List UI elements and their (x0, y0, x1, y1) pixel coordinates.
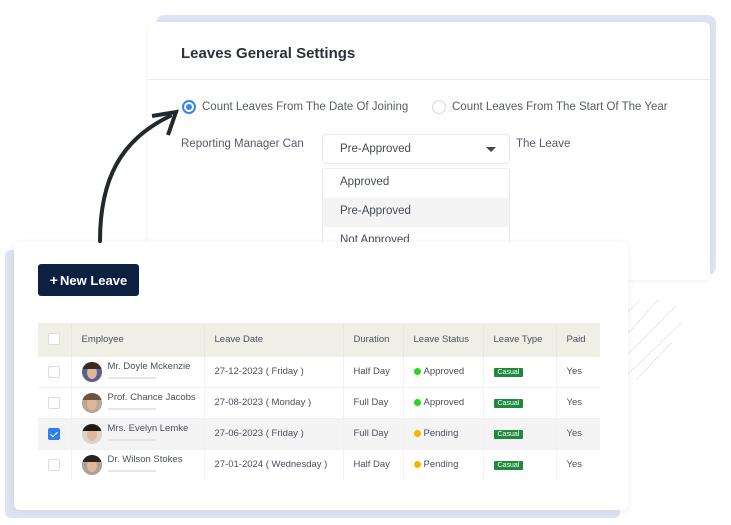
paid-cell: Yes (556, 448, 600, 480)
leave-status-cell: Pending (403, 417, 484, 449)
status-label: Pending (423, 428, 459, 439)
column-header-paid[interactable]: Paid (556, 323, 600, 356)
employee-cell: Mr. Doyle Mckenzie (71, 355, 205, 387)
status-label: Pending (423, 459, 459, 471)
column-header-employee[interactable]: Employee (71, 323, 205, 356)
leave-date-cell: 27-08-2023 ( Monday ) (204, 386, 344, 418)
paid-cell: Yes (556, 386, 600, 418)
leaves-list-card: + New Leave Employee Leave Date Duration… (14, 242, 628, 510)
leave-type-badge: Casual (493, 399, 524, 408)
status-dot-icon (413, 368, 421, 375)
approval-dropdown-menu: Approved Pre-Approved Not Approved (322, 168, 510, 248)
leaves-table: Employee Leave Date Duration Leave Statu… (38, 323, 600, 480)
leave-type-cell: Casual (483, 355, 557, 387)
leave-date-cell: 27-06-2023 ( Friday ) (204, 417, 344, 449)
column-header-leave-date[interactable]: Leave Date (204, 323, 344, 356)
status-dot-icon (413, 461, 421, 469)
employee-cell: Dr. Wilson Stokes (71, 448, 205, 480)
paid-cell: Yes (556, 355, 600, 387)
duration-cell: Half Day (343, 448, 404, 480)
leave-type-cell: Casual (483, 386, 557, 418)
dropdown-option-approved[interactable]: Approved (323, 169, 509, 198)
select-all-checkbox[interactable] (48, 333, 60, 346)
leave-date-cell: 27-12-2023 ( Friday ) (204, 355, 344, 387)
avatar (81, 423, 102, 444)
approval-select[interactable]: Pre-Approved (322, 134, 510, 164)
leave-type-badge: Casual (493, 430, 524, 439)
table-row[interactable]: Dr. Wilson Stokes 27-01-2024 ( Wednesday… (38, 448, 600, 480)
row-checkbox-cell (38, 448, 72, 480)
plus-icon: + (49, 272, 58, 288)
table-row[interactable]: Mrs. Evelyn Lemke 27-06-2023 ( Friday ) … (38, 417, 600, 449)
employee-cell: Mrs. Evelyn Lemke (71, 417, 205, 449)
leave-status-cell: Approved (403, 355, 484, 387)
table-header-row: Employee Leave Date Duration Leave Statu… (38, 323, 600, 356)
avatar (81, 361, 102, 382)
leave-type-badge: Casual (493, 461, 524, 471)
duration-cell: Half Day (343, 355, 404, 387)
employee-name: Dr. Wilson Stokes (107, 453, 183, 465)
table-row[interactable]: Prof. Chance Jacobs 27-08-2023 ( Monday … (38, 386, 600, 418)
radio-label: Count Leaves From The Date Of Joining (202, 101, 409, 113)
settings-title: Leaves General Settings (181, 45, 356, 62)
duration-cell: Full Day (343, 417, 404, 449)
row-checkbox[interactable] (48, 427, 60, 440)
status-dot-icon (413, 430, 421, 437)
select-value: Pre-Approved (340, 143, 411, 155)
radio-count-from-year-start[interactable]: Count Leaves From The Start Of The Year (432, 100, 668, 114)
leave-status-cell: Approved (403, 386, 484, 418)
status-dot-icon (413, 399, 421, 406)
row-checkbox-cell (38, 386, 72, 418)
divider (148, 79, 710, 80)
radio-label: Count Leaves From The Start Of The Year (452, 101, 668, 113)
employee-subtitle-placeholder (107, 376, 156, 379)
the-leave-label: The Leave (516, 138, 571, 150)
employee-subtitle-placeholder (107, 438, 156, 441)
leave-type-cell: Casual (483, 448, 557, 480)
status-label: Approved (423, 397, 465, 408)
column-header-leave-type[interactable]: Leave Type (483, 323, 557, 356)
row-checkbox[interactable] (48, 365, 60, 378)
leave-status-cell: Pending (403, 448, 484, 480)
column-header-leave-status[interactable]: Leave Status (403, 323, 484, 356)
paid-cell: Yes (556, 417, 600, 449)
status-label: Approved (423, 366, 465, 377)
employee-name: Prof. Chance Jacobs (107, 391, 196, 403)
radio-count-from-joining[interactable]: Count Leaves From The Date Of Joining (182, 100, 408, 114)
select-all-cell (38, 323, 72, 356)
leave-date-cell: 27-01-2024 ( Wednesday ) (204, 448, 344, 480)
employee-cell: Prof. Chance Jacobs (71, 386, 205, 418)
employee-subtitle-placeholder (107, 469, 156, 472)
duration-cell: Full Day (343, 386, 404, 418)
new-leave-button[interactable]: + New Leave (38, 264, 139, 296)
radio-checked-icon[interactable] (182, 100, 196, 114)
avatar (81, 454, 102, 475)
reporting-manager-label: Reporting Manager Can (181, 138, 304, 150)
decorative-stripes (623, 299, 683, 380)
leave-type-badge: Casual (493, 368, 524, 377)
radio-unchecked-icon[interactable] (432, 100, 446, 114)
leave-type-cell: Casual (483, 417, 557, 449)
avatar (81, 392, 102, 413)
employee-subtitle-placeholder (107, 407, 156, 410)
employee-name: Mrs. Evelyn Lemke (107, 422, 189, 434)
column-header-duration[interactable]: Duration (343, 323, 404, 356)
row-checkbox[interactable] (48, 458, 60, 471)
employee-name: Mr. Doyle Mckenzie (107, 360, 191, 372)
new-leave-label: New Leave (59, 272, 128, 288)
row-checkbox[interactable] (48, 396, 60, 409)
dropdown-option-pre-approved[interactable]: Pre-Approved (323, 198, 509, 227)
row-checkbox-cell (38, 417, 72, 449)
caret-down-icon[interactable] (486, 147, 496, 152)
table-row[interactable]: Mr. Doyle Mckenzie 27-12-2023 ( Friday )… (38, 355, 600, 387)
row-checkbox-cell (38, 355, 72, 387)
